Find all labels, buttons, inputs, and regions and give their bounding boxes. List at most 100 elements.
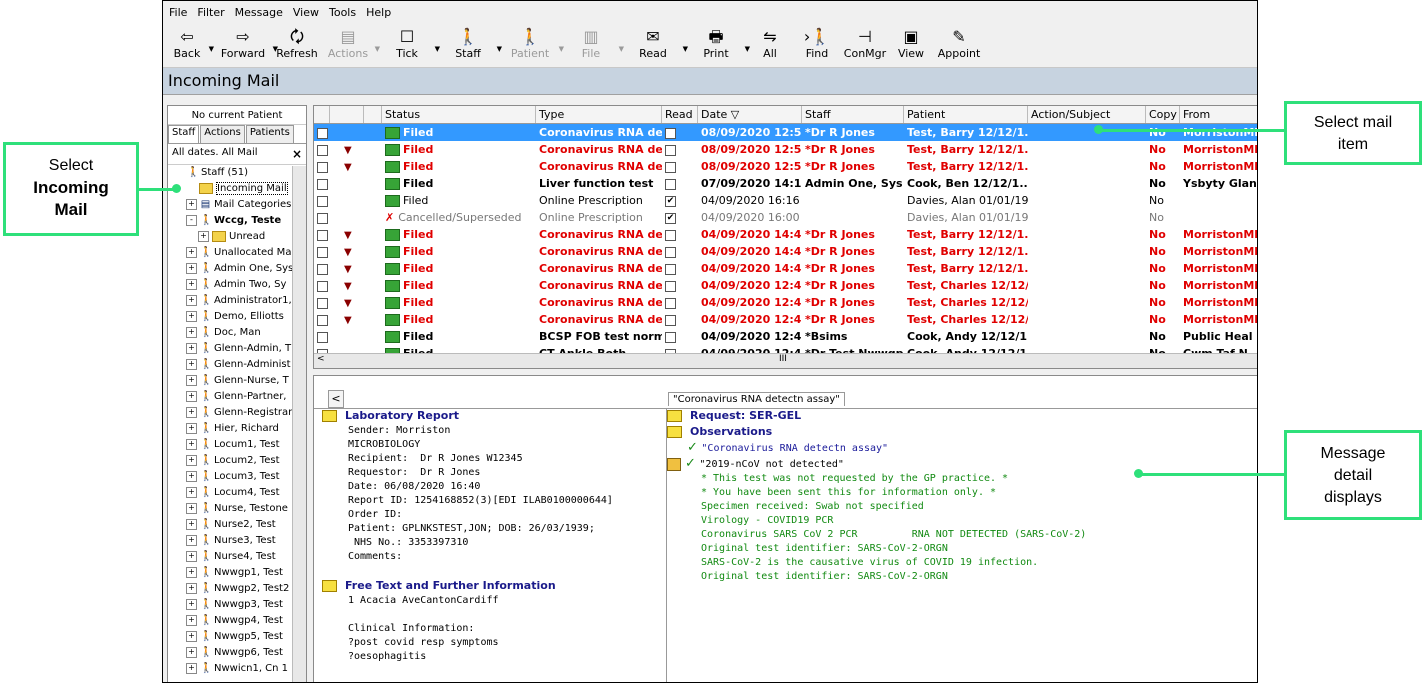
read-checkbox[interactable]: [665, 314, 676, 326]
row-checkbox[interactable]: [317, 161, 328, 173]
tree-item[interactable]: + 🚶 Nwwgp1, Test: [168, 565, 306, 581]
tree-item[interactable]: 🚶 Staff (51): [168, 165, 306, 181]
column-header[interactable]: [364, 106, 382, 123]
tree-item[interactable]: + 🚶 Nwwgp5, Test: [168, 629, 306, 645]
column-header[interactable]: [330, 106, 364, 123]
tree-item[interactable]: + 🚶 Demo, Elliotts: [168, 309, 306, 325]
row-checkbox[interactable]: [317, 263, 328, 275]
tree-item[interactable]: + 🚶 Hier, Richard: [168, 421, 306, 437]
appoint-button[interactable]: ✎ Appoint: [933, 23, 985, 60]
close-icon[interactable]: ×: [292, 147, 302, 161]
table-row[interactable]: ▼ Filed Coronavirus RNA de... 04/09/2020 12…: [314, 294, 1257, 311]
expand-icon[interactable]: +: [186, 582, 197, 594]
menu-message[interactable]: Message: [235, 6, 283, 19]
row-checkbox[interactable]: [317, 229, 328, 241]
expand-icon[interactable]: +: [186, 374, 197, 386]
row-checkbox-cell[interactable]: [314, 294, 330, 311]
column-header[interactable]: Staff: [802, 106, 904, 123]
menu-help[interactable]: Help: [366, 6, 391, 19]
expand-icon[interactable]: +: [186, 342, 197, 354]
column-header[interactable]: [314, 106, 330, 123]
tree-scrollbar[interactable]: [292, 166, 306, 682]
expand-icon[interactable]: +: [186, 406, 197, 418]
row-checkbox-cell[interactable]: [314, 226, 330, 243]
table-row[interactable]: ▼ Filed Coronavirus RNA de... 04/09/2020 14…: [314, 260, 1257, 277]
patient-button[interactable]: 🚶 Patient ▼: [499, 23, 564, 60]
table-row[interactable]: Filed BCSP FOB test normal 04/09/2020 12:4…: [314, 328, 1257, 345]
expand-icon[interactable]: +: [186, 662, 197, 674]
tree-item[interactable]: + 🚶 Locum1, Test: [168, 437, 306, 453]
row-checkbox-cell[interactable]: [314, 124, 330, 141]
expand-icon[interactable]: +: [186, 438, 197, 450]
tree-item[interactable]: Incoming Mail: [168, 181, 306, 197]
tree-item[interactable]: + 🚶 Locum4, Test: [168, 485, 306, 501]
expand-icon[interactable]: +: [186, 502, 197, 514]
table-row[interactable]: Filed Liver function test 07/09/2020 14:17…: [314, 175, 1257, 192]
tree-item[interactable]: + 🚶 Nwwgp4, Test: [168, 613, 306, 629]
expand-icon[interactable]: +: [186, 198, 197, 210]
table-row[interactable]: ▼ Filed Coronavirus RNA de... 08/09/2020 12…: [314, 141, 1257, 158]
row-checkbox[interactable]: [317, 314, 328, 326]
read-checkbox[interactable]: [665, 229, 676, 241]
tree-item[interactable]: + 🚶 Nwwgp3, Test: [168, 597, 306, 613]
grid-hscrollbar[interactable]: < III: [314, 353, 1257, 368]
tree-item[interactable]: + 🚶 Glenn-Admin, T: [168, 341, 306, 357]
column-header[interactable]: Date ▽: [698, 106, 802, 123]
read-checkbox[interactable]: [665, 331, 676, 343]
tree-item[interactable]: + 🚶 Nurse3, Test: [168, 533, 306, 549]
expand-icon[interactable]: +: [186, 614, 197, 626]
read-checkbox[interactable]: [665, 246, 676, 258]
row-checkbox-cell[interactable]: [314, 243, 330, 260]
menu-view[interactable]: View: [293, 6, 319, 19]
row-checkbox[interactable]: [317, 331, 328, 343]
expand-icon[interactable]: -: [186, 214, 197, 226]
table-row[interactable]: ▼ Filed Coronavirus RNA de... 04/09/2020 12…: [314, 311, 1257, 328]
read-checkbox[interactable]: [665, 161, 676, 173]
row-checkbox-cell[interactable]: [314, 141, 330, 158]
row-checkbox-cell[interactable]: [314, 158, 330, 175]
row-checkbox-cell[interactable]: [314, 209, 330, 226]
row-checkbox-cell[interactable]: [314, 328, 330, 345]
row-checkbox[interactable]: [317, 195, 328, 207]
read-checkbox[interactable]: ✔: [665, 212, 676, 224]
read-checkbox[interactable]: [665, 297, 676, 309]
tree-item[interactable]: + 🚶 Locum3, Test: [168, 469, 306, 485]
row-checkbox-cell[interactable]: [314, 277, 330, 294]
tree-item[interactable]: + 🚶 Nwwicn1, Cn 1: [168, 661, 306, 677]
forward-button[interactable]: ⇨ Forward ▼: [211, 23, 278, 60]
tab-actions[interactable]: Actions: [200, 125, 245, 143]
row-checkbox[interactable]: [317, 246, 328, 258]
actions-button[interactable]: ▤ Actions ▼: [319, 23, 380, 60]
scroll-left-icon[interactable]: <: [317, 354, 325, 364]
menu-tools[interactable]: Tools: [329, 6, 356, 19]
expand-icon[interactable]: +: [186, 646, 197, 658]
tree-item[interactable]: + 🚶 Admin Two, Sy: [168, 277, 306, 293]
print-button[interactable]: 🖶 Print ▼: [685, 23, 750, 60]
tree-item[interactable]: + 🚶 Glenn-Registrar: [168, 405, 306, 421]
read-checkbox[interactable]: [665, 127, 676, 139]
column-header[interactable]: From: [1180, 106, 1257, 123]
table-row[interactable]: ▼ Filed Coronavirus RNA de... 08/09/2020 12…: [314, 158, 1257, 175]
expand-icon[interactable]: +: [186, 358, 197, 370]
row-checkbox[interactable]: [317, 297, 328, 309]
expand-icon[interactable]: +: [186, 294, 197, 306]
read-button[interactable]: ✉ Read ▼: [621, 23, 688, 60]
expand-icon[interactable]: +: [186, 534, 197, 546]
tab-staff[interactable]: Staff: [168, 125, 200, 143]
read-checkbox[interactable]: [665, 144, 676, 156]
expand-icon[interactable]: +: [186, 326, 197, 338]
table-row[interactable]: ▼ Filed Coronavirus RNA de... 04/09/2020 14…: [314, 243, 1257, 260]
column-header[interactable]: Read: [662, 106, 698, 123]
expand-icon[interactable]: +: [186, 598, 197, 610]
tree-item[interactable]: + 🚶 Administrator1,: [168, 293, 306, 309]
menu-filter[interactable]: Filter: [197, 6, 224, 19]
column-header[interactable]: Copy: [1146, 106, 1180, 123]
table-row[interactable]: ▼ Filed Coronavirus RNA de... 04/09/2020 14…: [314, 226, 1257, 243]
expand-icon[interactable]: +: [186, 262, 197, 274]
expand-icon[interactable]: +: [186, 486, 197, 498]
tree-item[interactable]: + Unread: [168, 229, 306, 245]
refresh-button[interactable]: 🗘 Refresh: [275, 23, 319, 60]
expand-icon[interactable]: +: [186, 470, 197, 482]
expand-icon[interactable]: +: [186, 390, 197, 402]
read-checkbox[interactable]: [665, 263, 676, 275]
